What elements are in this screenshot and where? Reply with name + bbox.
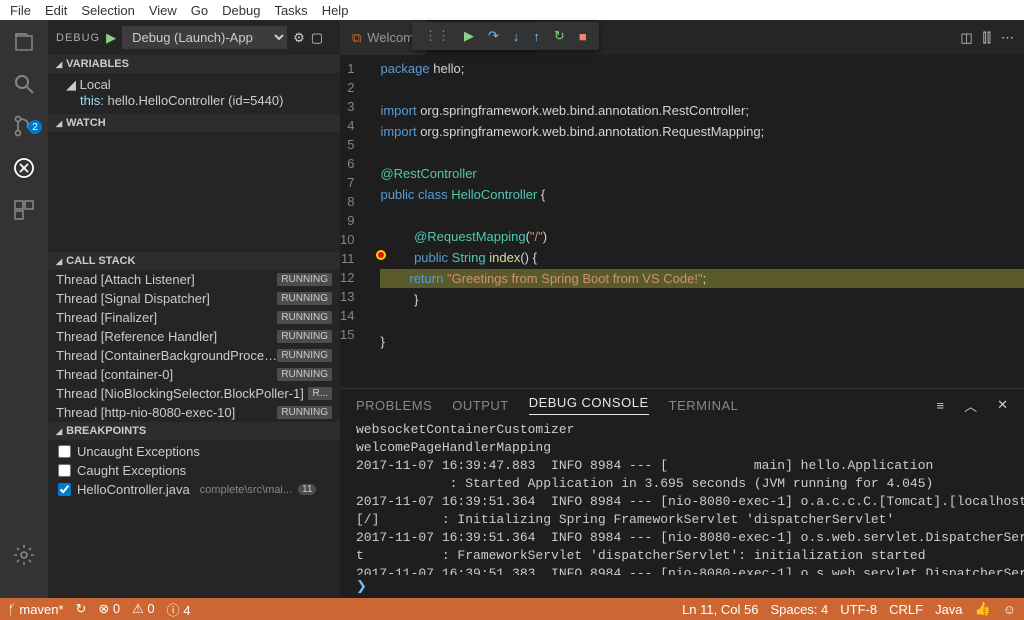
bottom-panel: PROBLEMS OUTPUT DEBUG CONSOLE TERMINAL ≡… (340, 388, 1024, 598)
compare-icon[interactable]: ◫ (960, 30, 972, 46)
menu-selection[interactable]: Selection (75, 1, 140, 20)
tab-terminal[interactable]: TERMINAL (669, 398, 739, 413)
status-errors[interactable]: ⊗ 0 (98, 601, 120, 617)
bkp-checkbox[interactable] (58, 483, 71, 496)
vscode-icon: ⧉ (352, 30, 361, 46)
watch-section[interactable]: WATCH (48, 114, 340, 132)
menu-edit[interactable]: Edit (39, 1, 73, 20)
breakpoint-marker-icon[interactable] (376, 250, 386, 260)
debug-console-icon[interactable]: ▢ (311, 30, 323, 46)
variables-body: ◢ Local this: hello.HelloController (id=… (48, 73, 340, 114)
callstack-row[interactable]: Thread [ContainerBackgroundProcessor[Sta… (48, 346, 340, 365)
close-icon[interactable]: ✕ (997, 397, 1008, 413)
status-encoding[interactable]: UTF-8 (840, 602, 877, 617)
more-icon[interactable]: ⋯ (1001, 30, 1014, 46)
callstack-row[interactable]: Thread [http-nio-8080-exec-10]RUNNING (48, 403, 340, 422)
breakpoint-row[interactable]: Uncaught Exceptions (48, 442, 340, 461)
menu-debug[interactable]: Debug (216, 1, 266, 20)
callstack-row[interactable]: Thread [container-0]RUNNING (48, 365, 340, 384)
callstack-row[interactable]: Thread [Attach Listener]RUNNING (48, 270, 340, 289)
settings-icon[interactable] (12, 543, 36, 570)
debug-sidebar: DEBUG ▶ Debug (Launch)-App ⚙ ▢ VARIABLES… (48, 20, 340, 598)
debug-icon[interactable] (12, 156, 36, 180)
extensions-icon[interactable] (12, 198, 36, 222)
menu-tasks[interactable]: Tasks (268, 1, 313, 20)
gear-icon[interactable]: ⚙ (293, 30, 305, 46)
activity-bar: 2 (0, 20, 48, 598)
variable-this[interactable]: this: hello.HelloController (id=5440) (66, 93, 340, 108)
console-input[interactable]: ❯ (340, 575, 1024, 598)
tab-problems[interactable]: PROBLEMS (356, 398, 432, 413)
editor-area: ⧉Welcom { }launch.json ◫ ⫿⫿ ⋯ 1234567891… (340, 20, 1024, 598)
menu-view[interactable]: View (143, 1, 183, 20)
menu-go[interactable]: Go (185, 1, 214, 20)
tab-output[interactable]: OUTPUT (452, 398, 508, 413)
callstack-list: Thread [Attach Listener]RUNNING Thread [… (48, 270, 340, 422)
code-editor[interactable]: package hello; import org.springframewor… (372, 55, 1024, 388)
step-into-icon[interactable]: ↓ (513, 29, 520, 44)
collapse-icon[interactable]: ︿ (964, 396, 977, 415)
menu-help[interactable]: Help (316, 1, 355, 20)
watch-body (48, 132, 340, 252)
split-icon[interactable]: ⫿⫿ (983, 30, 991, 46)
status-warnings[interactable]: ⚠ 0 (132, 601, 155, 617)
explorer-icon[interactable] (12, 30, 36, 54)
bkp-checkbox[interactable] (58, 445, 71, 458)
callstack-row[interactable]: Thread [Signal Dispatcher]RUNNING (48, 289, 340, 308)
status-branch[interactable]: ᚶ maven* (8, 602, 64, 617)
stop-icon[interactable]: ■ (579, 29, 587, 44)
status-spaces[interactable]: Spaces: 4 (770, 602, 828, 617)
editor-actions: ◫ ⫿⫿ ⋯ (950, 20, 1024, 55)
continue-icon[interactable]: ▶ (464, 28, 474, 44)
restart-icon[interactable]: ↻ (554, 28, 565, 44)
clear-icon[interactable]: ≡ (936, 398, 944, 413)
feedback-icon[interactable]: ☺ (1003, 602, 1016, 617)
status-cursor[interactable]: Ln 11, Col 56 (682, 602, 758, 617)
status-eol[interactable]: CRLF (889, 602, 923, 617)
debug-toolbar[interactable]: ⋮⋮ ▶ ↷ ↓ ↑ ↻ ■ (412, 22, 599, 50)
breakpoint-row[interactable]: Caught Exceptions (48, 461, 340, 480)
status-bar: ᚶ maven* ↻ ⊗ 0 ⚠ 0 ⓘ 4 Ln 11, Col 56 Spa… (0, 598, 1024, 620)
menu-file[interactable]: File (4, 1, 37, 20)
status-sync-icon[interactable]: ↻ (76, 601, 87, 617)
tab-debug-console[interactable]: DEBUG CONSOLE (529, 395, 649, 415)
scm-badge: 2 (28, 120, 42, 134)
search-icon[interactable] (12, 72, 36, 96)
panel-tabs: PROBLEMS OUTPUT DEBUG CONSOLE TERMINAL ≡… (340, 389, 1024, 421)
step-over-icon[interactable]: ↷ (488, 28, 499, 44)
callstack-row[interactable]: Thread [Finalizer]RUNNING (48, 308, 340, 327)
breakpoints-section[interactable]: BREAKPOINTS (48, 422, 340, 440)
status-language[interactable]: Java (935, 602, 962, 617)
callstack-section[interactable]: CALL STACK (48, 252, 340, 270)
launch-config-select[interactable]: Debug (Launch)-App (122, 26, 287, 49)
callstack-row[interactable]: Thread [Reference Handler]RUNNING (48, 327, 340, 346)
callstack-row[interactable]: Thread [NioBlockingSelector.BlockPoller-… (48, 384, 340, 403)
debug-console-output[interactable]: websocketContainerCustomizer welcomePage… (340, 421, 1024, 575)
breakpoint-row[interactable]: HelloController.javacomplete\src\mai...1… (48, 480, 340, 499)
start-debug-icon[interactable]: ▶ (106, 30, 116, 46)
debug-header: DEBUG ▶ Debug (Launch)-App ⚙ ▢ (48, 20, 340, 55)
menu-bar: File Edit Selection View Go Debug Tasks … (0, 0, 1024, 20)
drag-grip-icon[interactable]: ⋮⋮ (424, 28, 450, 44)
breakpoints-list: Uncaught Exceptions Caught Exceptions He… (48, 440, 340, 501)
variables-section[interactable]: VARIABLES (48, 55, 340, 73)
debug-label: DEBUG (56, 32, 100, 44)
thumbs-up-icon[interactable]: 👍 (975, 601, 991, 617)
scope-local[interactable]: ◢ Local (66, 77, 340, 93)
step-out-icon[interactable]: ↑ (533, 29, 540, 44)
status-info[interactable]: ⓘ 4 (167, 600, 191, 619)
bkp-checkbox[interactable] (58, 464, 71, 477)
line-gutter[interactable]: 123456789101112131415 (340, 55, 372, 388)
